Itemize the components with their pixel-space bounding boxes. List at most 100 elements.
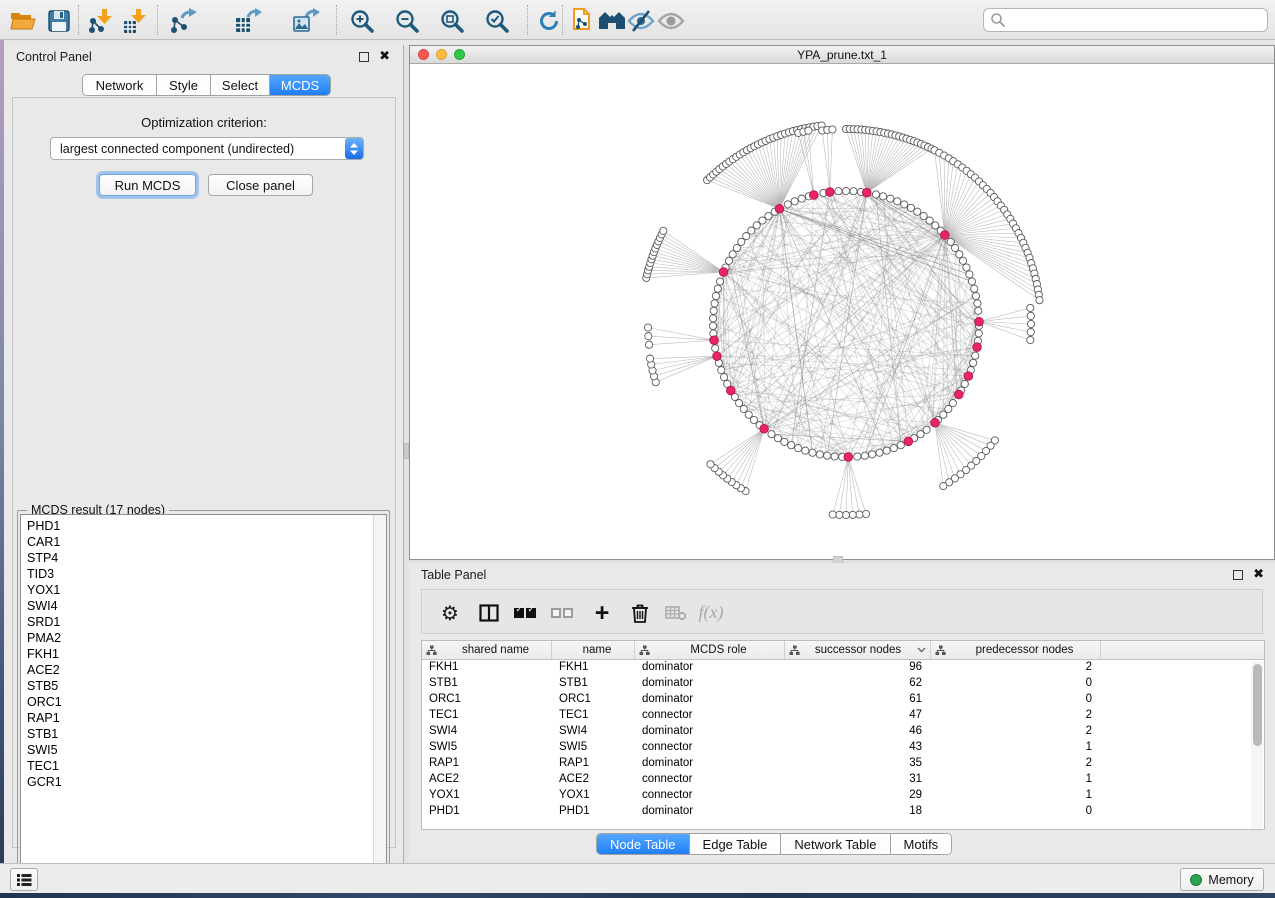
- close-panel-button[interactable]: Close panel: [208, 174, 313, 196]
- delete-column-icon[interactable]: [659, 590, 693, 635]
- toolbar-separator: [336, 5, 337, 35]
- table-cell: PHD1: [552, 804, 635, 820]
- network-window-titlebar[interactable]: YPA_prune.txt_1: [410, 46, 1274, 64]
- table-scrollbar-thumb[interactable]: [1253, 664, 1262, 746]
- search-input[interactable]: [1006, 13, 1267, 27]
- control-panel-title: Control Panel: [16, 50, 92, 64]
- table-row[interactable]: ORC1ORC1dominator610: [422, 692, 1264, 708]
- mcds-result-item[interactable]: RAP1: [27, 710, 62, 726]
- mcds-result-item[interactable]: FKH1: [27, 646, 62, 662]
- mcds-result-item[interactable]: PMA2: [27, 630, 62, 646]
- tab-motifs[interactable]: Motifs: [891, 834, 952, 854]
- column-header-predecessor-nodes[interactable]: predecessor nodes: [931, 641, 1101, 659]
- table-cell: SWI4: [422, 724, 552, 740]
- function-builder-icon[interactable]: f(x): [694, 590, 728, 635]
- table-cell: 1: [931, 772, 1101, 788]
- column-header-name[interactable]: name: [552, 641, 635, 659]
- import-table-icon[interactable]: [120, 7, 150, 34]
- tab-network[interactable]: Network: [83, 75, 157, 95]
- table-cell: 0: [931, 676, 1101, 692]
- search-icon: [990, 12, 1006, 28]
- column-header-MCDS-role[interactable]: MCDS role: [635, 641, 785, 659]
- memory-button[interactable]: Memory: [1180, 868, 1264, 891]
- hide-details-icon[interactable]: [626, 7, 656, 34]
- zoom-in-icon[interactable]: [347, 7, 377, 34]
- table-row[interactable]: TEC1TEC1connector472: [422, 708, 1264, 724]
- export-table-icon[interactable]: [233, 7, 263, 34]
- mcds-result-item[interactable]: CAR1: [27, 534, 62, 550]
- zoom-out-icon[interactable]: [392, 7, 422, 34]
- table-row[interactable]: FKH1FKH1dominator962: [422, 660, 1264, 676]
- network-window-title: YPA_prune.txt_1: [410, 48, 1274, 62]
- tab-select[interactable]: Select: [211, 75, 270, 95]
- network-overview-icon[interactable]: [597, 7, 627, 34]
- tab-network-table[interactable]: Network Table: [781, 834, 890, 854]
- node-table: shared namenameMCDS rolesuccessor nodesp…: [421, 640, 1265, 830]
- run-mcds-button[interactable]: Run MCDS: [99, 174, 196, 196]
- tab-edge-table[interactable]: Edge Table: [690, 834, 782, 854]
- tab-node-table[interactable]: Node Table: [597, 834, 690, 854]
- table-cell: 29: [785, 788, 931, 804]
- table-cell: FKH1: [422, 660, 552, 676]
- select-all-icon[interactable]: [508, 590, 542, 635]
- tab-style[interactable]: Style: [157, 75, 211, 95]
- table-row[interactable]: RAP1RAP1dominator352: [422, 756, 1264, 772]
- show-details-icon[interactable]: [656, 7, 686, 34]
- mcds-result-item[interactable]: ORC1: [27, 694, 62, 710]
- mcds-result-list[interactable]: PHD1CAR1STP4TID3YOX1SWI4SRD1PMA2FKH1ACE2…: [20, 514, 387, 878]
- table-cell: ACE2: [552, 772, 635, 788]
- task-history-button[interactable]: [10, 868, 38, 891]
- add-column-icon[interactable]: +: [585, 590, 619, 635]
- mcds-result-item[interactable]: SRD1: [27, 614, 62, 630]
- table-cell: 47: [785, 708, 931, 724]
- mcds-result-item[interactable]: TEC1: [27, 758, 62, 774]
- import-network-icon[interactable]: [86, 7, 116, 34]
- mcds-result-item[interactable]: STB1: [27, 726, 62, 742]
- zoom-fit-icon[interactable]: [437, 7, 467, 34]
- mcds-result-item[interactable]: SWI4: [27, 598, 62, 614]
- mcds-result-item[interactable]: PHD1: [27, 518, 62, 534]
- network-graph[interactable]: [410, 64, 1274, 559]
- open-file-icon[interactable]: [8, 7, 38, 34]
- table-scrollbar[interactable]: [1251, 662, 1263, 829]
- mcds-result-item[interactable]: TID3: [27, 566, 62, 582]
- memory-button-label: Memory: [1208, 873, 1253, 887]
- column-header-shared-name[interactable]: shared name: [422, 641, 552, 659]
- close-panel-icon[interactable]: ✖: [379, 49, 390, 65]
- table-row[interactable]: SWI5SWI5connector431: [422, 740, 1264, 756]
- table-cell: 2: [931, 660, 1101, 676]
- mcds-result-item[interactable]: STP4: [27, 550, 62, 566]
- column-header-successor-nodes[interactable]: successor nodes: [785, 641, 931, 659]
- table-row[interactable]: ACE2ACE2connector311: [422, 772, 1264, 788]
- float-panel-icon[interactable]: [359, 52, 369, 62]
- save-session-icon[interactable]: [44, 7, 74, 34]
- export-image-icon[interactable]: [291, 7, 321, 34]
- column-visibility-icon[interactable]: [472, 590, 506, 635]
- criterion-dropdown[interactable]: largest connected component (undirected): [50, 137, 364, 160]
- mcds-result-item[interactable]: SWI5: [27, 742, 62, 758]
- table-cell: connector: [635, 772, 785, 788]
- delete-rows-trash-icon[interactable]: [623, 590, 657, 635]
- tab-mcds[interactable]: MCDS: [270, 75, 330, 95]
- table-row[interactable]: STB1STB1dominator620: [422, 676, 1264, 692]
- table-settings-gear-icon[interactable]: ⚙: [433, 590, 467, 635]
- clone-network-icon[interactable]: [568, 7, 598, 34]
- float-panel-icon[interactable]: [1233, 570, 1243, 580]
- table-row[interactable]: PHD1PHD1dominator180: [422, 804, 1264, 820]
- network-canvas[interactable]: [410, 64, 1274, 559]
- search-field[interactable]: [983, 8, 1268, 32]
- table-row[interactable]: YOX1YOX1connector291: [422, 788, 1264, 804]
- mcds-result-item[interactable]: YOX1: [27, 582, 62, 598]
- table-cell: RAP1: [552, 756, 635, 772]
- mcds-result-item[interactable]: ACE2: [27, 662, 62, 678]
- close-panel-icon[interactable]: ✖: [1253, 567, 1264, 583]
- export-network-icon[interactable]: [168, 7, 198, 34]
- table-row[interactable]: SWI4SWI4dominator462: [422, 724, 1264, 740]
- apply-layout-icon[interactable]: [534, 7, 564, 34]
- zoom-selected-icon[interactable]: [482, 7, 512, 34]
- mcds-result-item[interactable]: STB5: [27, 678, 62, 694]
- toolbar-separator: [527, 5, 528, 35]
- mcds-result-item[interactable]: GCR1: [27, 774, 62, 790]
- deselect-all-icon[interactable]: [545, 590, 579, 635]
- mcds-result-scrollbar[interactable]: [373, 515, 386, 877]
